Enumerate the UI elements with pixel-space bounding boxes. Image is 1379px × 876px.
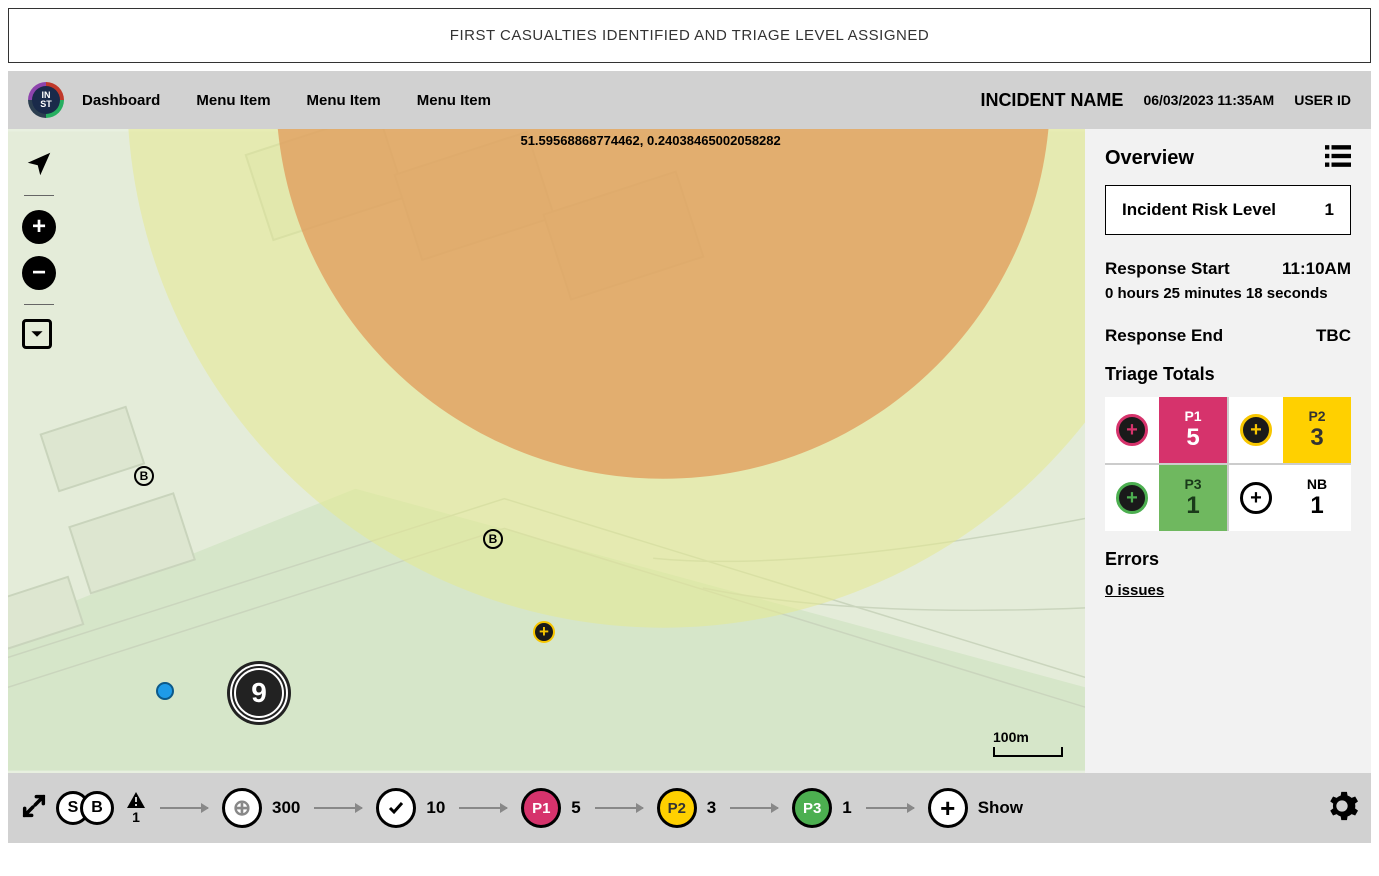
response-start-time: 11:10AM [1282, 259, 1351, 279]
show-node[interactable]: + Show [928, 788, 1023, 828]
triage-nb[interactable]: + NB 1 [1229, 465, 1351, 531]
b-circle: B [80, 791, 114, 825]
show-label: Show [978, 798, 1023, 818]
warning-icon [126, 791, 146, 809]
plus-icon: + [1240, 482, 1272, 514]
triage-p1[interactable]: + P1 5 [1105, 397, 1227, 463]
p1-node[interactable]: P1 5 [521, 788, 580, 828]
scale-bar-line [993, 747, 1063, 757]
flow-arrow [866, 807, 914, 809]
flow-arrow [160, 807, 208, 809]
header-user: USER ID [1294, 92, 1351, 108]
nav-menu-3[interactable]: Menu Item [417, 92, 491, 109]
response-start-label: Response Start [1105, 259, 1230, 279]
layer-dropdown-button[interactable] [22, 319, 52, 349]
capacity-value: 300 [272, 798, 300, 818]
triage-p2[interactable]: + P2 3 [1229, 397, 1351, 463]
checked-node[interactable]: 10 [376, 788, 445, 828]
warning-count[interactable]: 1 [126, 791, 146, 825]
risk-level-box: Incident Risk Level 1 [1105, 185, 1351, 235]
nav-menu-2[interactable]: Menu Item [307, 92, 381, 109]
p3-value: 1 [842, 798, 851, 818]
header-bar: Dashboard Menu Item Menu Item Menu Item … [8, 71, 1371, 129]
map-marker-unit[interactable] [156, 682, 174, 700]
errors-title: Errors [1105, 549, 1351, 570]
incident-name: INCIDENT NAME [980, 90, 1123, 111]
p2-value: 3 [707, 798, 716, 818]
risk-label: Incident Risk Level [1122, 200, 1276, 220]
header-datetime: 06/03/2023 11:35AM [1143, 92, 1274, 108]
map-marker-b[interactable]: B [134, 466, 154, 486]
divider [24, 195, 54, 196]
zoom-in-button[interactable]: + [22, 210, 56, 244]
flow-arrow [730, 807, 778, 809]
sb-badge[interactable]: S B [56, 791, 114, 825]
map-canvas [8, 129, 1085, 773]
p1-badge: P1 [521, 788, 561, 828]
nav-dashboard[interactable]: Dashboard [82, 92, 160, 109]
p3-node[interactable]: P3 1 [792, 788, 851, 828]
response-end-label: Response End [1105, 326, 1223, 346]
p2-node[interactable]: P2 3 [657, 788, 716, 828]
list-view-icon[interactable] [1325, 145, 1351, 171]
overview-panel: Overview Incident Risk Level 1 Response … [1085, 129, 1371, 773]
p2-badge: P2 [657, 788, 697, 828]
triage-p3[interactable]: + P3 1 [1105, 465, 1227, 531]
app-logo[interactable] [28, 82, 64, 118]
risk-value: 1 [1325, 200, 1334, 220]
triage-p1-value: 5 [1186, 424, 1199, 452]
panel-title: Overview [1105, 147, 1194, 170]
bottom-bar: S B 1 ⊕ 300 10 P1 5 P2 3 P3 1 + Show [8, 773, 1371, 843]
map-scale: 100m [993, 729, 1063, 757]
map-controls: + − [22, 147, 56, 349]
errors-link[interactable]: 0 issues [1105, 582, 1351, 599]
plus-icon: + [1116, 414, 1148, 446]
plus-icon: + [928, 788, 968, 828]
map-coordinates: 51.59568868774462, 0.24038465002058282 [520, 133, 780, 148]
map[interactable]: 51.59568868774462, 0.24038465002058282 +… [8, 129, 1085, 773]
locate-icon[interactable] [22, 147, 56, 181]
nav-menu-1[interactable]: Menu Item [196, 92, 270, 109]
triage-p1-label: P1 [1184, 408, 1201, 424]
triage-p3-label: P3 [1184, 476, 1201, 492]
triage-grid: + P1 5 + P2 3 + P3 1 [1105, 397, 1351, 531]
triage-p2-value: 3 [1310, 424, 1323, 452]
plus-icon: + [1240, 414, 1272, 446]
settings-icon[interactable] [1325, 789, 1359, 828]
warning-value: 1 [132, 809, 140, 825]
triage-p2-label: P2 [1308, 408, 1325, 424]
map-marker-cluster[interactable]: 9 [230, 664, 288, 722]
checked-value: 10 [426, 798, 445, 818]
triage-title: Triage Totals [1105, 364, 1351, 385]
flow-arrow [595, 807, 643, 809]
fullscreen-icon[interactable] [20, 792, 48, 825]
flow-arrow [314, 807, 362, 809]
scale-label: 100m [993, 729, 1063, 745]
capacity-node[interactable]: ⊕ 300 [222, 788, 300, 828]
plus-icon: ⊕ [222, 788, 262, 828]
map-marker-p2[interactable]: + [533, 621, 555, 643]
response-end-value: TBC [1316, 326, 1351, 346]
elapsed-time: 0 hours 25 minutes 18 seconds [1105, 285, 1351, 302]
p1-value: 5 [571, 798, 580, 818]
triage-nb-value: 1 [1310, 492, 1323, 520]
map-marker-b[interactable]: B [483, 529, 503, 549]
flow-arrow [459, 807, 507, 809]
zoom-out-button[interactable]: − [22, 256, 56, 290]
triage-p3-value: 1 [1186, 492, 1199, 520]
check-icon [376, 788, 416, 828]
plus-icon: + [1116, 482, 1148, 514]
banner: FIRST CASUALTIES IDENTIFIED AND TRIAGE L… [8, 8, 1371, 63]
triage-nb-label: NB [1307, 476, 1327, 492]
divider [24, 304, 54, 305]
p3-badge: P3 [792, 788, 832, 828]
